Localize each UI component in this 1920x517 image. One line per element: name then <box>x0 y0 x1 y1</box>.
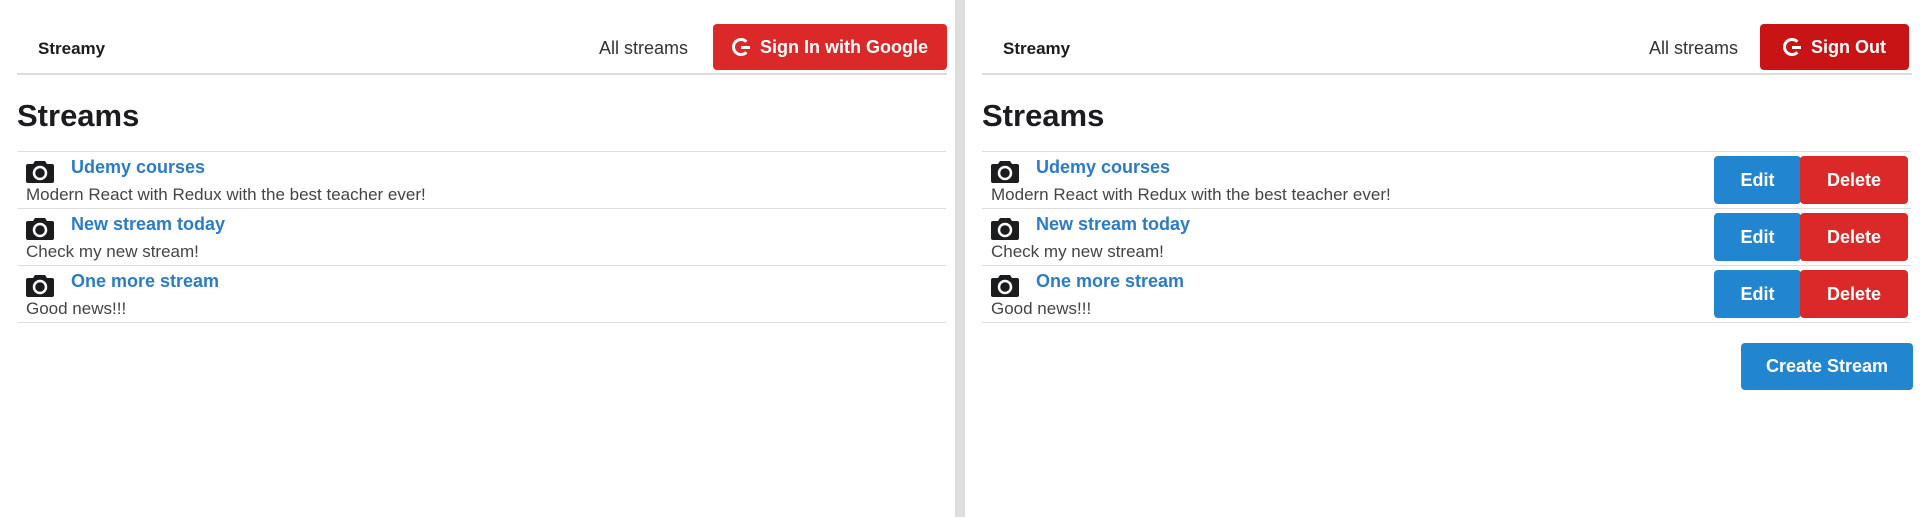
header-menu: Streamy All streams Sign In with Google <box>17 24 947 75</box>
edit-button[interactable]: Edit <box>1714 156 1801 204</box>
page-title: Streams <box>982 98 1105 133</box>
list-item: New stream today Check my new stream! Ed… <box>982 209 1911 266</box>
stream-description: Modern React with Redux with the best te… <box>26 185 426 204</box>
stream-title-link[interactable]: Udemy courses <box>71 157 205 178</box>
edit-button[interactable]: Edit <box>1714 213 1801 261</box>
sign-out-label: Sign Out <box>1811 36 1886 57</box>
list-item: Udemy courses Modern React with Redux wi… <box>17 152 946 209</box>
stream-title-link[interactable]: New stream today <box>71 214 225 235</box>
camera-icon <box>26 216 54 240</box>
all-streams-link[interactable]: All streams <box>599 38 688 59</box>
header-menu: Streamy All streams Sign Out <box>982 24 1912 75</box>
page-title: Streams <box>17 98 140 133</box>
signed-in-view: Streamy All streams Sign Out Streams Ude… <box>965 0 1920 517</box>
stream-description: Check my new stream! <box>26 242 199 261</box>
delete-button[interactable]: Delete <box>1800 270 1908 318</box>
camera-icon <box>26 159 54 183</box>
google-icon <box>732 38 750 56</box>
delete-button[interactable]: Delete <box>1800 156 1908 204</box>
sign-in-google-button[interactable]: Sign In with Google <box>713 24 947 70</box>
stream-list: Udemy courses Modern React with Redux wi… <box>17 151 946 323</box>
all-streams-link[interactable]: All streams <box>1649 38 1738 59</box>
panel-divider <box>955 0 965 517</box>
list-item: One more stream Good news!!! <box>17 266 946 323</box>
list-item: One more stream Good news!!! Edit Delete <box>982 266 1911 323</box>
list-item: New stream today Check my new stream! <box>17 209 946 266</box>
stream-title-link[interactable]: One more stream <box>71 271 219 292</box>
google-icon <box>1783 38 1801 56</box>
stream-title-link[interactable]: Udemy courses <box>1036 157 1170 178</box>
create-stream-button[interactable]: Create Stream <box>1741 343 1913 390</box>
stream-description: Modern React with Redux with the best te… <box>991 185 1391 204</box>
stream-description: Good news!!! <box>991 299 1092 318</box>
sign-out-button[interactable]: Sign Out <box>1760 24 1909 70</box>
camera-icon <box>991 273 1019 297</box>
stream-title-link[interactable]: New stream today <box>1036 214 1190 235</box>
list-item: Udemy courses Modern React with Redux wi… <box>982 152 1911 209</box>
camera-icon <box>991 159 1019 183</box>
stream-description: Check my new stream! <box>991 242 1164 261</box>
delete-button[interactable]: Delete <box>1800 213 1908 261</box>
edit-button[interactable]: Edit <box>1714 270 1801 318</box>
brand-link[interactable]: Streamy <box>1003 39 1070 59</box>
stream-title-link[interactable]: One more stream <box>1036 271 1184 292</box>
signed-out-view: Streamy All streams Sign In with Google … <box>0 0 955 517</box>
camera-icon <box>991 216 1019 240</box>
sign-in-label: Sign In with Google <box>760 36 928 57</box>
stream-description: Good news!!! <box>26 299 127 318</box>
camera-icon <box>26 273 54 297</box>
brand-link[interactable]: Streamy <box>38 39 105 59</box>
stream-list: Udemy courses Modern React with Redux wi… <box>982 151 1911 323</box>
